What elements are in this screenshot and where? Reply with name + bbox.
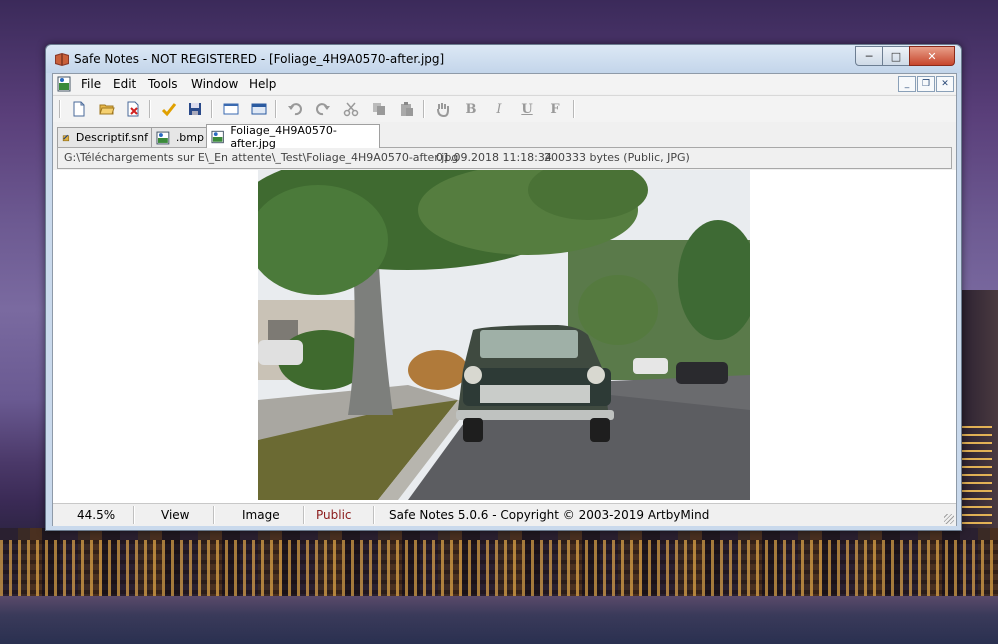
menu-tools[interactable]: Tools xyxy=(148,77,178,91)
italic-button[interactable]: I xyxy=(489,99,509,119)
menu-edit[interactable]: Edit xyxy=(113,77,136,91)
document-tabs: Descriptif.snf .bmp Foliage_4H9A0570-aft… xyxy=(53,123,956,150)
toolbar-separator xyxy=(573,100,575,118)
check-button[interactable] xyxy=(159,99,179,119)
window-icon xyxy=(223,103,239,115)
checkmark-icon xyxy=(161,103,177,117)
window-button[interactable] xyxy=(221,99,241,119)
file-info-bar: G:\Téléchargements sur E\_En attente\_Te… xyxy=(57,147,952,169)
image-viewer[interactable] xyxy=(53,170,956,503)
background-city-lights xyxy=(0,540,998,600)
close-button[interactable]: ✕ xyxy=(909,46,955,66)
save-button[interactable] xyxy=(185,99,205,119)
background-water xyxy=(0,596,998,644)
window-blue-icon xyxy=(251,103,267,115)
close-icon: ✕ xyxy=(941,79,949,89)
mdi-controls: _ ❐ ✕ xyxy=(898,76,954,92)
minimize-icon: ─ xyxy=(865,49,873,63)
tab-label: .bmp xyxy=(175,131,204,144)
zoom-level: 44.5% xyxy=(77,508,116,522)
delete-document-icon xyxy=(127,101,139,117)
app-window: Safe Notes - NOT REGISTERED - [Foliage_4… xyxy=(45,44,962,531)
redo-button[interactable] xyxy=(313,99,333,119)
menu-window[interactable]: Window xyxy=(191,77,238,91)
bold-button[interactable]: B xyxy=(461,99,481,119)
mdi-restore-button[interactable]: ❐ xyxy=(917,76,935,92)
open-folder-icon xyxy=(99,104,115,115)
status-image[interactable]: Image xyxy=(242,508,280,522)
window-alt-button[interactable] xyxy=(249,99,269,119)
resize-grip[interactable] xyxy=(944,514,954,524)
toolbar-separator xyxy=(275,100,277,118)
status-view[interactable]: View xyxy=(161,508,189,522)
minimize-icon: _ xyxy=(904,79,910,89)
floppy-disk-icon xyxy=(189,103,201,115)
restore-icon: ❐ xyxy=(921,79,931,89)
close-icon: ✕ xyxy=(927,49,937,63)
undo-button[interactable] xyxy=(285,99,305,119)
tab-label: Descriptif.snf xyxy=(75,131,148,144)
status-separator xyxy=(133,506,135,524)
image-icon xyxy=(156,131,170,144)
status-copyright: Safe Notes 5.0.6 - Copyright © 2003-2019… xyxy=(389,508,710,522)
toolbar-separator xyxy=(423,100,425,118)
mdi-minimize-button[interactable]: _ xyxy=(898,76,916,92)
file-date: 01.09.2018 11:18:34 xyxy=(436,151,552,164)
background-tower-lights xyxy=(962,420,992,540)
maximize-button[interactable]: □ xyxy=(882,46,910,66)
minimize-button[interactable]: ─ xyxy=(855,46,883,66)
title-bar[interactable]: Safe Notes - NOT REGISTERED - [Foliage_4… xyxy=(46,45,961,73)
file-size: 200333 bytes (Public, JPG) xyxy=(544,151,690,164)
window-title: Safe Notes - NOT REGISTERED - [Foliage_4… xyxy=(74,52,445,66)
window-controls: ─ □ ✕ xyxy=(855,46,955,66)
document-image-icon[interactable] xyxy=(57,76,71,92)
toolbar: B I U F xyxy=(53,95,956,122)
tab-foliage[interactable]: Foliage_4H9A0570-after.jpg xyxy=(206,123,380,150)
paste-icon xyxy=(401,102,413,116)
open-button[interactable] xyxy=(97,99,117,119)
paste-button[interactable] xyxy=(397,99,417,119)
toolbar-separator xyxy=(59,100,61,118)
client-area: File Edit Tools Window Help _ ❐ ✕ B I U … xyxy=(52,73,957,526)
copy-icon xyxy=(373,103,385,115)
menu-bar: File Edit Tools Window Help _ ❐ ✕ xyxy=(53,74,956,94)
redo-icon xyxy=(316,103,330,116)
tab-descriptif[interactable]: Descriptif.snf xyxy=(57,127,153,147)
underline-button[interactable]: U xyxy=(517,99,537,119)
menu-file[interactable]: File xyxy=(81,77,101,91)
status-bar: 44.5% View Image Public Safe Notes 5.0.6… xyxy=(53,503,956,526)
status-separator xyxy=(213,506,215,524)
notebook-icon xyxy=(62,134,70,141)
file-path: G:\Téléchargements sur E\_En attente\_Te… xyxy=(64,151,459,164)
hand-icon xyxy=(437,103,449,117)
hand-button[interactable] xyxy=(433,99,453,119)
status-separator xyxy=(303,506,305,524)
tab-label: Foliage_4H9A0570-after.jpg xyxy=(230,123,337,150)
scissors-icon xyxy=(343,102,359,117)
tab-bmp[interactable]: .bmp xyxy=(151,127,209,147)
toolbar-separator xyxy=(211,100,213,118)
delete-button[interactable] xyxy=(123,99,143,119)
menu-help[interactable]: Help xyxy=(249,77,276,91)
new-document-icon xyxy=(73,101,85,117)
toolbar-separator xyxy=(149,100,151,118)
font-button[interactable]: F xyxy=(545,99,565,119)
maximize-icon: □ xyxy=(890,49,902,63)
new-note-button[interactable] xyxy=(69,99,89,119)
image-icon xyxy=(211,130,224,143)
cut-button[interactable] xyxy=(341,99,361,119)
status-visibility[interactable]: Public xyxy=(316,508,352,522)
status-separator xyxy=(373,506,375,524)
undo-icon xyxy=(288,103,302,116)
photo-street-taxi xyxy=(258,170,750,500)
copy-button[interactable] xyxy=(369,99,389,119)
app-book-icon xyxy=(55,53,69,66)
mdi-close-button[interactable]: ✕ xyxy=(936,76,954,92)
